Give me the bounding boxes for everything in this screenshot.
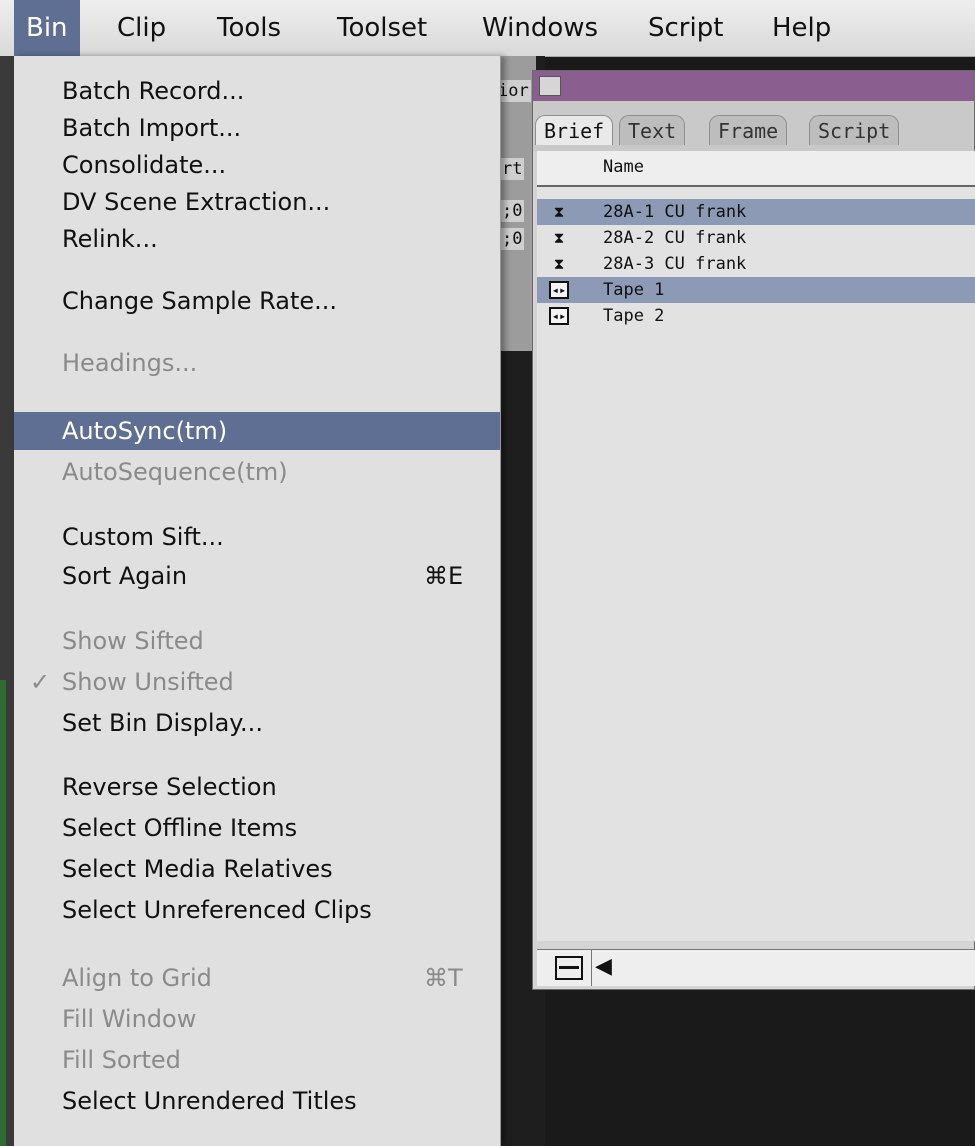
bin-list[interactable]: Name ⧗ 28A-1 CU frank ⧗ 28A-2 CU frank ⧗…: [537, 151, 975, 941]
bin-row[interactable]: ⧗ 28A-2 CU frank: [537, 225, 975, 251]
menu-item-label: Align to Grid: [62, 964, 212, 992]
background-fragment: rt: [500, 158, 525, 180]
menu-item-select-unreferenced-clips[interactable]: Select Unreferenced Clips: [14, 891, 500, 929]
tape-icon: ◂▸: [549, 307, 569, 325]
column-name[interactable]: Name: [603, 157, 644, 177]
menu-item-label: Show Sifted: [62, 627, 204, 655]
menu-item-show-unsifted: ✓ Show Unsifted: [14, 663, 500, 701]
menu-item-label: Show Unsifted: [62, 668, 234, 696]
menu-clip[interactable]: Clip: [105, 0, 178, 56]
menu-item-label: Relink...: [62, 225, 158, 253]
bin-column-header[interactable]: Name: [537, 151, 975, 187]
menu-item-reverse-selection[interactable]: Reverse Selection: [14, 768, 500, 806]
menu-item-label: Custom Sift...: [62, 523, 224, 551]
menu-item-label: Headings...: [62, 349, 198, 377]
menu-item-headings: Headings...: [14, 344, 500, 382]
menu-item-label: AutoSequence(tm): [62, 458, 288, 486]
menu-item-custom-sift[interactable]: Custom Sift...: [14, 518, 500, 556]
bin-view-tabs: Brief Text Frame Script: [533, 101, 974, 151]
background-timeline-edge: [0, 680, 6, 1146]
menu-item-label: Fill Window: [62, 1005, 197, 1033]
menu-item-show-sifted: Show Sifted: [14, 622, 500, 660]
background-fragment: ;0: [500, 200, 525, 222]
menu-item-dv-scene-extraction[interactable]: DV Scene Extraction...: [14, 183, 500, 221]
menu-item-shortcut: ⌘E: [424, 562, 464, 590]
menu-item-set-bin-display[interactable]: Set Bin Display...: [14, 704, 500, 742]
menu-item-select-media-relatives[interactable]: Select Media Relatives: [14, 850, 500, 888]
menu-item-change-sample-rate[interactable]: Change Sample Rate...: [14, 282, 500, 320]
menu-item-sort-again[interactable]: Sort Again ⌘E: [14, 557, 500, 595]
clip-name: 28A-1 CU frank: [603, 202, 747, 222]
menu-item-label: Select Offline Items: [62, 814, 298, 842]
menu-item-label: Change Sample Rate...: [62, 287, 338, 315]
menu-help[interactable]: Help: [760, 0, 843, 56]
checkmark-icon: ✓: [30, 668, 51, 696]
bin-row[interactable]: ⧗ 28A-1 CU frank: [537, 199, 975, 225]
bin-row[interactable]: ◂▸ Tape 2: [537, 303, 975, 329]
close-box-icon[interactable]: [539, 76, 561, 96]
menu-item-label: Select Unrendered Titles: [62, 1087, 357, 1115]
menu-item-autosync[interactable]: AutoSync(tm): [14, 412, 500, 450]
menu-item-label: Consolidate...: [62, 151, 227, 179]
menu-item-fill-sorted: Fill Sorted: [14, 1041, 500, 1079]
menu-item-label: Select Media Relatives: [62, 855, 333, 883]
bin-titlebar[interactable]: [533, 71, 974, 102]
menu-item-label: Select Unreferenced Clips: [62, 896, 372, 924]
tab-brief[interactable]: Brief: [535, 115, 614, 145]
bin-menu-icon[interactable]: [555, 956, 583, 980]
menu-item-label: Batch Import...: [62, 114, 242, 142]
bin-window[interactable]: Brief Text Frame Script Name ⧗ 28A-1 CU …: [532, 70, 975, 990]
tab-text[interactable]: Text: [619, 115, 686, 145]
menu-item-label: Sort Again: [62, 562, 188, 590]
background-fragment: ;0: [500, 228, 525, 250]
menu-item-autosequence: AutoSequence(tm): [14, 453, 500, 491]
subclip-icon: ⧗: [553, 203, 565, 221]
menu-item-consolidate[interactable]: Consolidate...: [14, 146, 500, 184]
menu-item-label: Reverse Selection: [62, 773, 277, 801]
menu-toolset[interactable]: Toolset: [325, 0, 439, 56]
background-fragment: ior: [496, 80, 531, 102]
menu-bin[interactable]: Bin: [14, 0, 80, 56]
arrow-left-icon[interactable]: ◀: [595, 954, 612, 979]
menu-item-relink[interactable]: Relink...: [14, 220, 500, 258]
clip-name: Tape 1: [603, 280, 665, 300]
bin-row[interactable]: ⧗ 28A-3 CU frank: [537, 251, 975, 277]
tape-icon: ◂▸: [549, 281, 569, 299]
menu-item-align-to-grid: Align to Grid ⌘T: [14, 959, 500, 997]
menu-script[interactable]: Script: [636, 0, 735, 56]
bin-menu-dropdown: Batch Record... Batch Import... Consolid…: [14, 56, 501, 1146]
menu-windows[interactable]: Windows: [470, 0, 610, 56]
menu-tools[interactable]: Tools: [205, 0, 293, 56]
menu-item-label: AutoSync(tm): [62, 417, 228, 445]
menu-item-select-unrendered-titles[interactable]: Select Unrendered Titles: [14, 1082, 500, 1120]
clip-name: 28A-3 CU frank: [603, 254, 747, 274]
tab-script[interactable]: Script: [809, 115, 900, 145]
clip-name: 28A-2 CU frank: [603, 228, 747, 248]
subclip-icon: ⧗: [553, 255, 565, 273]
subclip-icon: ⧗: [553, 229, 565, 247]
menu-item-label: Batch Record...: [62, 77, 245, 105]
menu-item-label: Fill Sorted: [62, 1046, 181, 1074]
bin-footer: ◀: [537, 949, 975, 986]
footer-divider: [591, 950, 592, 986]
menu-item-shortcut: ⌘T: [424, 964, 463, 992]
menu-item-batch-record[interactable]: Batch Record...: [14, 72, 500, 110]
menu-item-label: DV Scene Extraction...: [62, 188, 331, 216]
tab-frame[interactable]: Frame: [709, 115, 788, 145]
menu-item-fill-window: Fill Window: [14, 1000, 500, 1038]
menu-item-label: Set Bin Display...: [62, 709, 263, 737]
menu-item-batch-import[interactable]: Batch Import...: [14, 109, 500, 147]
menubar: Bin Clip Tools Toolset Windows Script He…: [0, 0, 975, 57]
bin-row[interactable]: ◂▸ Tape 1: [537, 277, 975, 303]
clip-name: Tape 2: [603, 306, 665, 326]
menu-item-select-offline-items[interactable]: Select Offline Items: [14, 809, 500, 847]
